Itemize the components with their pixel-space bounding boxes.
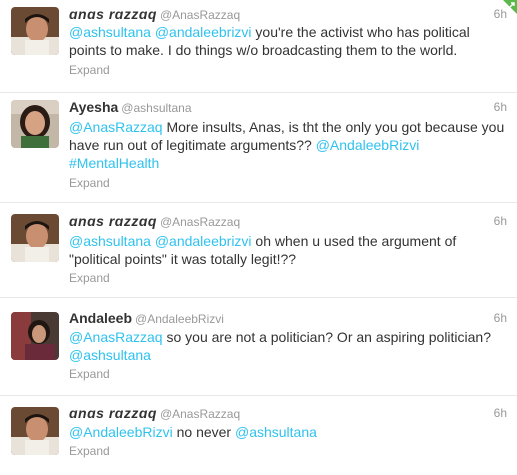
tweet-item[interactable]: ɑnɑs rɑzzɑq @AnasRazzaq 6h @ashsultana @a… xyxy=(0,203,517,298)
tweet-text-fragment: so you are not a politician? Or an aspir… xyxy=(162,329,492,345)
mention-link[interactable]: @andaleebrizvi xyxy=(155,233,252,249)
man-avatar-icon[interactable] xyxy=(11,7,59,55)
tweet-text: @ashsultana @andaleebrizvi you're the ac… xyxy=(69,23,505,59)
tweet-item[interactable]: Andaleeb @AndaleebRizvi 6h @AnasRazzaq so… xyxy=(0,298,517,396)
man-avatar-icon[interactable] xyxy=(11,214,59,262)
tweet-timeline: ɑnɑs rɑzzɑq @AnasRazzaq 6h @ashsultana @a… xyxy=(0,0,517,475)
tweet-item[interactable]: ɑnɑs rɑzzɑq @AnasRazzaq 6h @ashsultana @a… xyxy=(0,0,517,93)
mention-link[interactable]: @ashsultana xyxy=(235,424,317,440)
author-name[interactable]: ɑnɑs rɑzzɑq xyxy=(69,213,157,229)
tweet-timestamp[interactable]: 6h xyxy=(494,311,507,325)
tweet-header: Andaleeb @AndaleebRizvi 6h xyxy=(69,310,507,328)
tweet-text: @AnasRazzaq so you are not a politician?… xyxy=(69,328,505,364)
mention-link[interactable]: @ashsultana xyxy=(69,233,151,249)
author-name[interactable]: ɑnɑs rɑzzɑq xyxy=(69,6,157,22)
mention-link[interactable]: @ashsultana xyxy=(69,347,151,363)
expand-link[interactable]: Expand xyxy=(69,63,110,77)
woman-avatar-icon[interactable] xyxy=(11,100,59,148)
man-avatar-icon[interactable] xyxy=(11,407,59,455)
author-handle[interactable]: @ashsultana xyxy=(121,101,191,115)
author-name[interactable]: ɑnɑs rɑzzɑq xyxy=(69,405,157,421)
author-handle[interactable]: @AnasRazzaq xyxy=(160,407,240,421)
mention-link[interactable]: @AnasRazzaq xyxy=(69,329,163,345)
tweet-text: @ashsultana @andaleebrizvi oh when u use… xyxy=(69,232,505,268)
hashtag-link[interactable]: #MentalHealth xyxy=(69,155,159,171)
mention-link[interactable]: @AndaleebRizvi xyxy=(316,137,420,153)
mention-link[interactable]: @ashsultana xyxy=(69,24,151,40)
tweet-text-fragment: no never xyxy=(172,424,235,440)
retweet-badge-icon[interactable] xyxy=(503,0,517,14)
author-name[interactable]: Andaleeb xyxy=(69,310,132,326)
tweet-timestamp[interactable]: 6h xyxy=(494,406,507,420)
author-handle[interactable]: @AndaleebRizvi xyxy=(135,312,224,326)
expand-link[interactable]: Expand xyxy=(69,367,110,381)
mention-link[interactable]: @AndaleebRizvi xyxy=(69,424,173,440)
tweet-header: ɑnɑs rɑzzɑq @AnasRazzaq 6h xyxy=(69,6,507,24)
tweet-item[interactable]: Ayesha @ashsultana 6h @AnasRazzaq More in… xyxy=(0,93,517,203)
expand-link[interactable]: Expand xyxy=(69,271,110,285)
author-handle[interactable]: @AnasRazzaq xyxy=(160,8,240,22)
tweet-text: @AnasRazzaq More insults, Anas, is tht t… xyxy=(69,118,505,172)
tweet-header: ɑnɑs rɑzzɑq @AnasRazzaq 6h xyxy=(69,405,507,423)
expand-link[interactable]: Expand xyxy=(69,176,110,190)
tweet-header: Ayesha @ashsultana 6h xyxy=(69,99,507,117)
author-name[interactable]: Ayesha xyxy=(69,99,118,115)
tweet-header: ɑnɑs rɑzzɑq @AnasRazzaq 6h xyxy=(69,213,507,231)
tweet-text: @AndaleebRizvi no never @ashsultana xyxy=(69,423,505,441)
tweet-item[interactable]: ɑnɑs rɑzzɑq @AnasRazzaq 6h @AndaleebRizvi… xyxy=(0,396,517,475)
tweet-timestamp[interactable]: 6h xyxy=(494,100,507,114)
expand-link[interactable]: Expand xyxy=(69,444,110,458)
author-handle[interactable]: @AnasRazzaq xyxy=(160,215,240,229)
woman-avatar-icon[interactable] xyxy=(11,312,59,360)
mention-link[interactable]: @andaleebrizvi xyxy=(155,24,252,40)
tweet-timestamp[interactable]: 6h xyxy=(494,214,507,228)
mention-link[interactable]: @AnasRazzaq xyxy=(69,119,163,135)
